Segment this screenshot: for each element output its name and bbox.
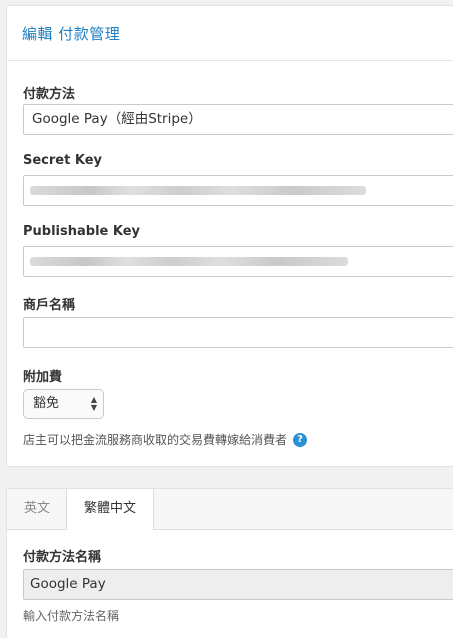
tab-english[interactable]: 英文 bbox=[7, 489, 67, 530]
payment-method-value: Google Pay（經由Stripe） bbox=[32, 111, 202, 127]
display-name-hint: 輸入付款方法名稱 bbox=[23, 609, 120, 623]
payment-settings-panel: 編輯 付款管理 付款方法 Google Pay（經由Stripe） Secret… bbox=[6, 5, 453, 467]
surcharge-value: 豁免 bbox=[33, 396, 60, 411]
tab-traditional-chinese[interactable]: 繁體中文 bbox=[66, 489, 154, 530]
display-name-label: 付款方法名稱 bbox=[23, 550, 102, 565]
secret-key-label: Secret Key bbox=[23, 153, 102, 168]
panel-header: 編輯 付款管理 bbox=[7, 6, 453, 61]
updown-arrows-icon: ▲ ▼ bbox=[90, 395, 97, 412]
payment-method-label: 付款方法 bbox=[23, 87, 76, 102]
publishable-key-label: Publishable Key bbox=[23, 224, 141, 239]
merchant-name-label: 商戶名稱 bbox=[23, 298, 76, 313]
language-panel: 英文 繁體中文 付款方法名稱 Google Pay 輸入付款方法名稱 bbox=[6, 488, 453, 638]
masked-value bbox=[30, 257, 348, 266]
surcharge-help: 店主可以把金流服務商收取的交易費轉嫁給消費者 ? bbox=[23, 431, 308, 448]
masked-value bbox=[30, 186, 366, 195]
surcharge-help-text: 店主可以把金流服務商收取的交易費轉嫁給消費者 bbox=[23, 433, 288, 447]
page-title: 編輯 付款管理 bbox=[22, 24, 121, 43]
surcharge-label: 附加費 bbox=[23, 370, 63, 385]
secret-key-input[interactable] bbox=[23, 175, 453, 206]
payment-method-select[interactable]: Google Pay（經由Stripe） bbox=[23, 104, 453, 135]
display-name-value: Google Pay bbox=[30, 576, 106, 592]
surcharge-select[interactable]: 豁免 ▲ ▼ bbox=[23, 389, 104, 419]
display-name-input[interactable]: Google Pay bbox=[23, 569, 453, 600]
question-circle-icon[interactable]: ? bbox=[293, 432, 308, 447]
merchant-name-input[interactable] bbox=[23, 317, 453, 348]
language-tabs: 英文 繁體中文 bbox=[7, 489, 453, 530]
publishable-key-input[interactable] bbox=[23, 246, 453, 277]
